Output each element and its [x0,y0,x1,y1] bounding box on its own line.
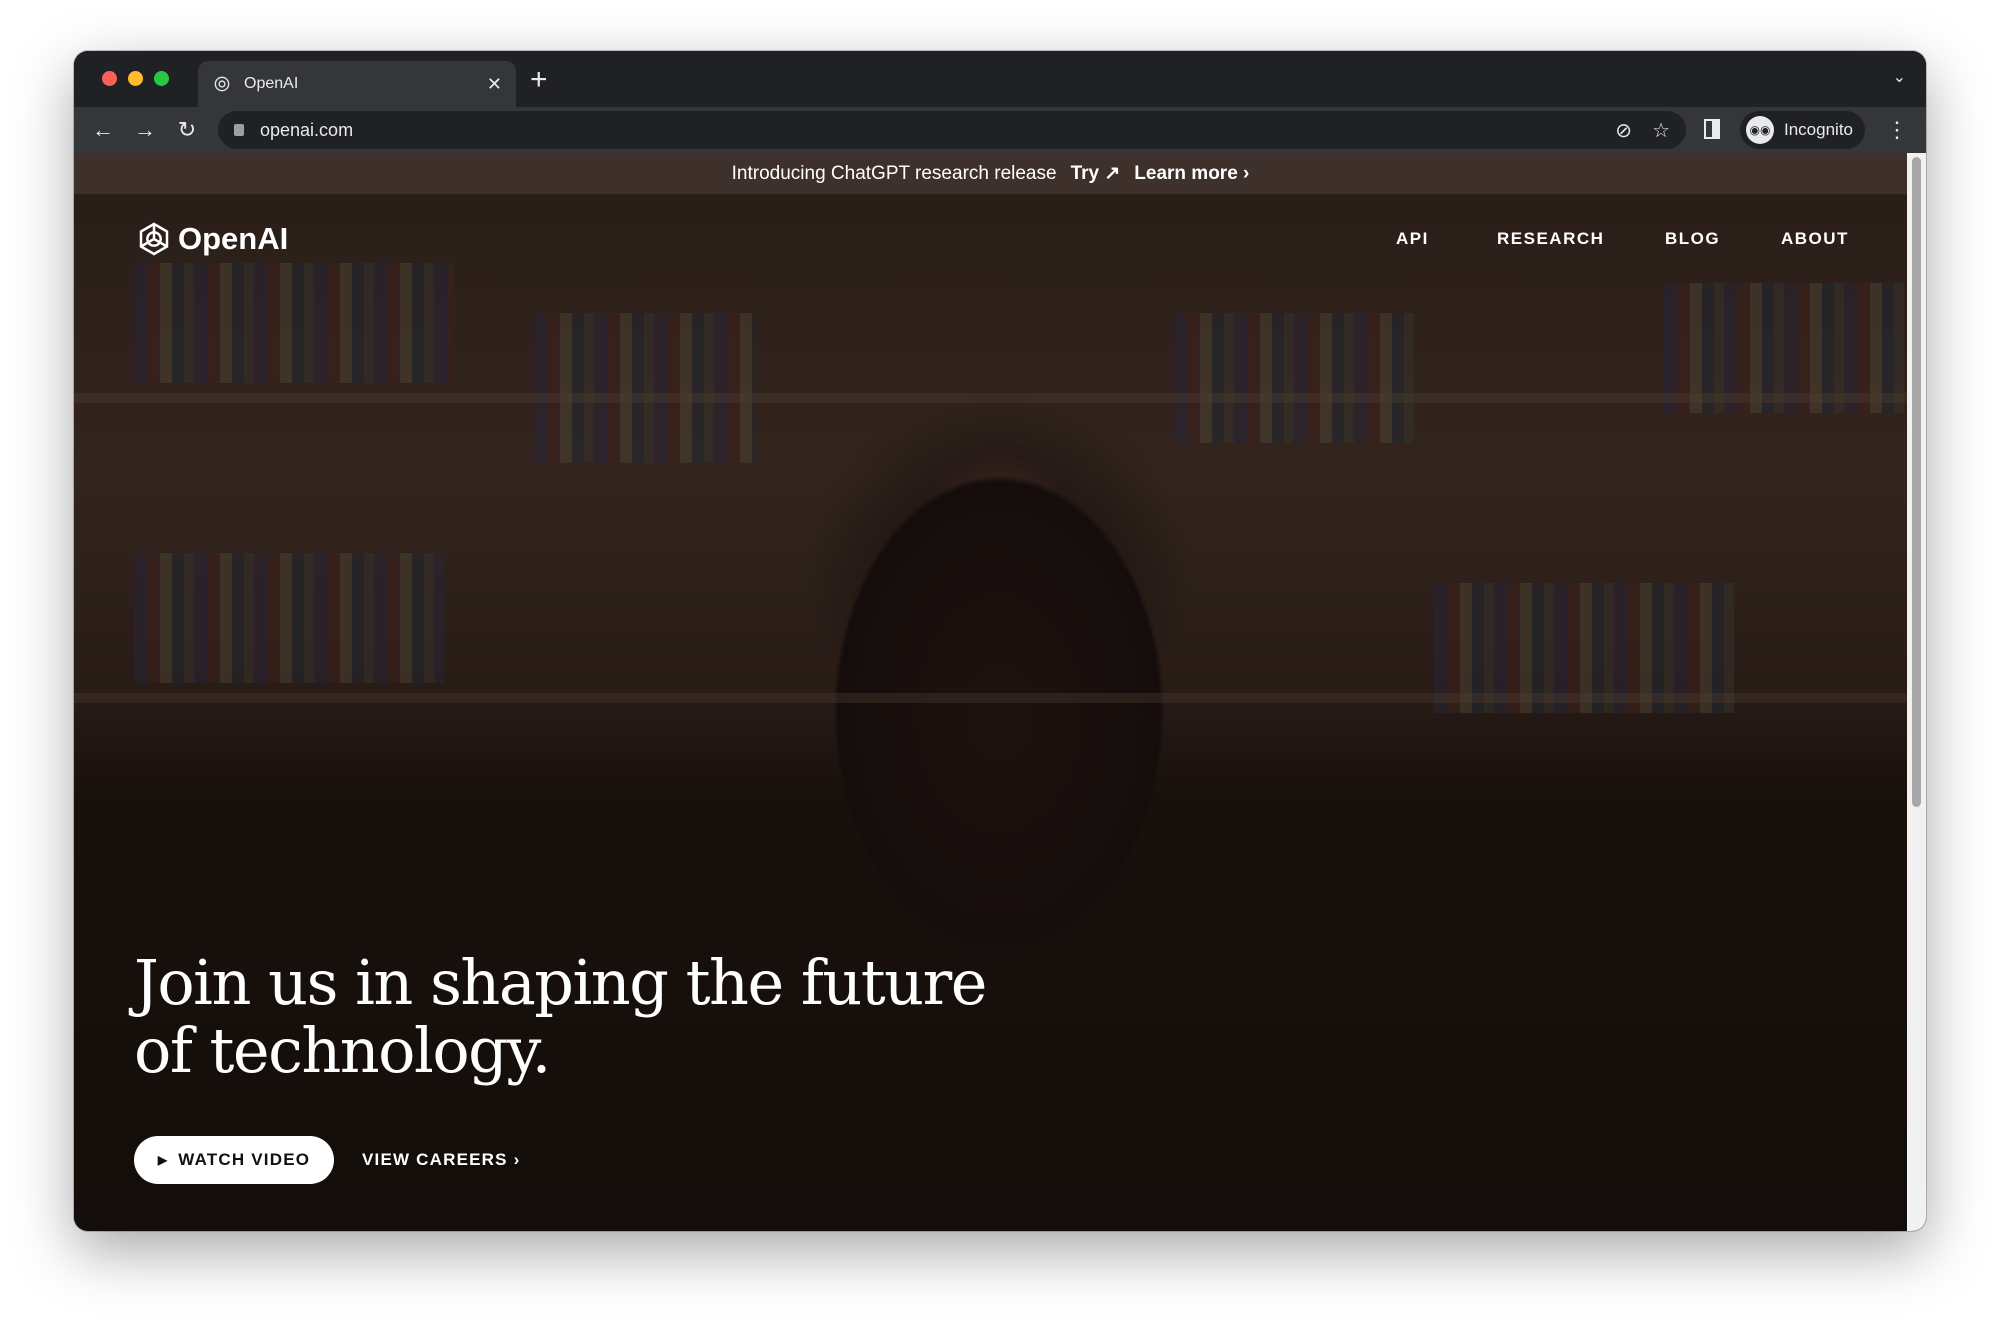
openai-favicon-icon [214,76,230,92]
watch-video-label: WATCH VIDEO [178,1150,311,1169]
logo-text: OpenAI [178,221,289,256]
url-text[interactable]: openai.com [260,120,1595,141]
more-menu-icon[interactable]: ⋮ [1886,117,1908,143]
banner-text: Introducing ChatGPT research release [731,162,1057,184]
forward-arrow-icon[interactable]: → [124,117,166,143]
try-link[interactable]: Try ↗ [1071,162,1121,185]
close-window-button[interactable] [102,71,117,86]
toolbar: ← → ↻ openai.com ⊘ ☆ ◉◉ Incognito ⋮ [74,107,1926,153]
play-icon: ▶ [157,1153,169,1167]
scrollbar-thumb[interactable] [1912,157,1921,807]
minimize-window-button[interactable] [128,71,143,86]
tab-bar: OpenAI ✕ + ⌄ [74,51,1926,107]
address-bar[interactable]: openai.com ⊘ ☆ [218,111,1686,149]
browser-window: OpenAI ✕ + ⌄ ← → ↻ openai.com ⊘ ☆ ◉◉ Inc… [74,51,1926,1231]
side-panel-icon[interactable] [1704,119,1720,139]
page-hero: Introducing ChatGPT research release Try… [74,153,1907,1231]
incognito-profile-button[interactable]: ◉◉ Incognito [1740,111,1865,149]
nav-about[interactable]: ABOUT [1781,229,1849,249]
new-tab-button[interactable]: + [530,63,548,97]
incognito-icon: ◉◉ [1746,116,1774,144]
hero-headline: Join us in shaping the future of technol… [134,946,987,1087]
nav-blog[interactable]: BLOG [1665,229,1720,249]
openai-logo-icon [139,222,169,256]
window-controls [102,71,169,86]
reload-icon[interactable]: ↻ [166,117,208,143]
back-arrow-icon[interactable]: ← [82,117,124,143]
hero-line-1: Join us in shaping the future [134,946,987,1019]
lock-icon[interactable] [234,124,244,136]
close-tab-icon[interactable]: ✕ [487,74,502,95]
incognito-label: Incognito [1784,120,1853,139]
bookmark-star-icon[interactable]: ☆ [1652,118,1670,143]
scrollbar[interactable] [1907,153,1926,1231]
watch-video-button[interactable]: ▶ WATCH VIDEO [134,1136,334,1184]
eye-off-icon[interactable]: ⊘ [1615,118,1632,143]
hero-line-2: of technology. [134,1014,551,1087]
openai-logo[interactable]: OpenAI [134,219,288,259]
nav-api[interactable]: API [1396,229,1429,249]
maximize-window-button[interactable] [154,71,169,86]
tab-search-chevron-icon[interactable]: ⌄ [1893,67,1906,87]
tab-title: OpenAI [244,75,299,92]
view-careers-link[interactable]: VIEW CAREERS › [362,1136,520,1184]
nav-research[interactable]: RESEARCH [1497,229,1604,249]
view-careers-label: VIEW CAREERS › [362,1150,521,1169]
learn-more-link[interactable]: Learn more › [1134,163,1249,185]
tab-openai[interactable]: OpenAI ✕ [198,61,516,107]
announcement-banner: Introducing ChatGPT research release Try… [74,153,1907,194]
